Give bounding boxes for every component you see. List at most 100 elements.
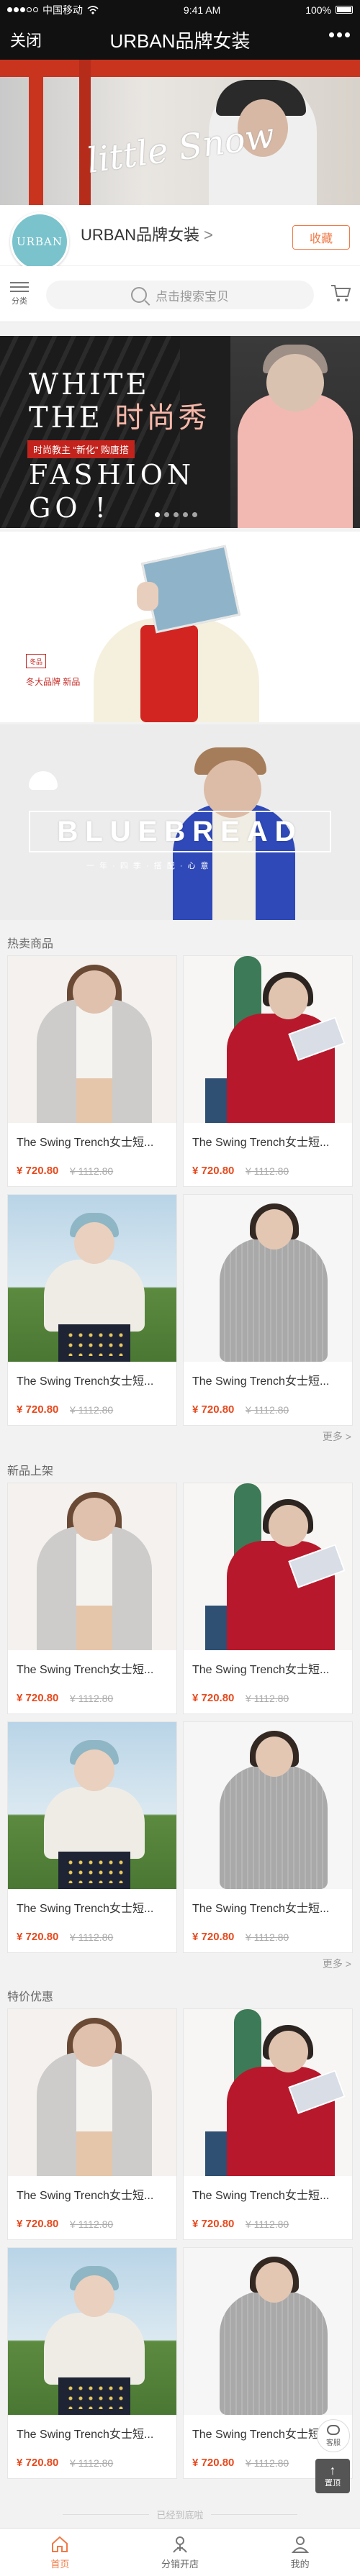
category-label: 分类 xyxy=(12,297,27,306)
product-image xyxy=(184,956,352,1123)
product-section: 热卖商品 The Swing Trench女士短... ¥ 720.80 ¥ 1112… xyxy=(0,928,360,1446)
search-input[interactable]: 点击搜索宝贝 xyxy=(46,281,314,309)
chat-bubble-icon xyxy=(327,2424,340,2435)
product-card[interactable]: The Swing Trench女士短... ¥ 720.80 ¥ 1112.80 xyxy=(7,1721,177,1953)
promo-banner-1[interactable]: WHITE THE 时尚秀 时尚教主 “新化” 购唐搭 FASHION GO ! xyxy=(0,336,360,528)
search-placeholder: 点击搜索宝贝 xyxy=(156,289,229,304)
nav-bar: 关闭 URBAN品牌女装 xyxy=(0,19,360,60)
product-name: The Swing Trench女士短... xyxy=(17,1375,154,1388)
tab-home[interactable]: 首页 xyxy=(0,2529,120,2576)
tab-store[interactable]: 分销开店 xyxy=(120,2529,240,2576)
product-card[interactable]: The Swing Trench女士短... ¥ 720.80 ¥ 1112.80 xyxy=(7,1483,177,1714)
promo-banner-3[interactable]: BLUEBREAD 一 年 · 四 季 · 搭 配 · 心 意 xyxy=(0,724,360,920)
carrier-label: 中国移动 xyxy=(42,4,83,16)
product-card[interactable]: The Swing Trench女士短... ¥ 720.80 ¥ 1112.80 xyxy=(183,1483,353,1714)
product-card[interactable]: The Swing Trench女士短... ¥ 720.80 ¥ 1112.80 xyxy=(183,1194,353,1426)
battery-icon xyxy=(336,6,353,14)
product-card[interactable]: The Swing Trench女士短... ¥ 720.80 ¥ 1112.80 xyxy=(7,1194,177,1426)
promo3-subtitle: 一 年 · 四 季 · 搭 配 · 心 意 xyxy=(86,862,210,870)
cart-icon[interactable] xyxy=(330,282,351,304)
product-image xyxy=(8,1195,176,1362)
status-time: 9:41 AM xyxy=(183,4,221,16)
wifi-icon xyxy=(87,5,99,14)
product-old-price: ¥ 1112.80 xyxy=(246,1404,289,1416)
product-price: ¥ 720.80 xyxy=(17,2457,59,2469)
more-options-icon[interactable] xyxy=(329,32,350,37)
product-image xyxy=(8,956,176,1123)
shop-banner-image: little Snow xyxy=(0,60,360,205)
promo-model-head xyxy=(266,354,324,411)
list-icon xyxy=(10,282,29,292)
shop-name-link[interactable]: URBAN品牌女装 > xyxy=(81,222,213,245)
section-title: 新品上架 xyxy=(7,1465,54,1478)
product-image xyxy=(184,1195,352,1362)
product-image xyxy=(184,1722,352,1889)
product-card[interactable]: The Swing Trench女士短... ¥ 720.80 ¥ 1112.80 xyxy=(183,955,353,1187)
product-name: The Swing Trench女士短... xyxy=(192,1137,330,1149)
product-price: ¥ 720.80 xyxy=(192,2218,235,2230)
shop-logo[interactable]: URBAN xyxy=(10,212,69,271)
promo-banner-2[interactable]: 冬品 冬大品牌 新品 xyxy=(0,532,360,722)
product-old-price: ¥ 1112.80 xyxy=(70,1404,114,1416)
product-image xyxy=(184,1483,352,1650)
banner-red-post-2 xyxy=(79,60,91,205)
customer-service-label: 客服 xyxy=(326,2439,341,2447)
promo2-scarf xyxy=(140,625,198,722)
promo3-brand-box: BLUEBREAD xyxy=(29,811,331,852)
product-old-price: ¥ 1112.80 xyxy=(246,1165,289,1177)
end-of-list-note: 已经到底啦 xyxy=(0,2502,360,2526)
page-title: URBAN品牌女装 xyxy=(109,29,251,52)
product-old-price: ¥ 1112.80 xyxy=(70,2218,114,2230)
product-image xyxy=(8,1483,176,1650)
category-button[interactable]: 分类 xyxy=(9,279,30,306)
banner-red-post xyxy=(29,60,43,205)
battery-label: 100% xyxy=(305,4,331,16)
customer-service-button[interactable]: 客服 xyxy=(317,2419,350,2452)
promo2-label: 冬大品牌 新品 xyxy=(26,677,81,687)
product-card[interactable]: The Swing Trench女士短... ¥ 720.80 ¥ 1112.80 xyxy=(7,955,177,1187)
status-left: 中国移动 xyxy=(7,3,99,17)
product-section: 新品上架 The Swing Trench女士短... ¥ 720.80 ¥ 1112… xyxy=(0,1455,360,1973)
back-to-top-label: 置顶 xyxy=(325,2479,341,2488)
section-title: 热卖商品 xyxy=(7,938,54,950)
product-name: The Swing Trench女士短... xyxy=(17,1664,154,1676)
product-price: ¥ 720.80 xyxy=(17,1165,59,1177)
section-title: 特价优惠 xyxy=(7,1991,54,2003)
more-link[interactable]: 更多 > xyxy=(323,1957,351,1971)
product-image xyxy=(184,2009,352,2176)
promo3-bird-logo xyxy=(29,771,58,790)
product-price: ¥ 720.80 xyxy=(17,1931,59,1943)
promo-line-2a: THE xyxy=(29,401,103,434)
close-button[interactable]: 关闭 xyxy=(10,28,42,51)
product-card[interactable]: The Swing Trench女士短... ¥ 720.80 ¥ 1112.80 xyxy=(7,2247,177,2479)
more-link[interactable]: 更多 > xyxy=(323,1429,351,1444)
product-old-price: ¥ 1112.80 xyxy=(246,2457,289,2469)
shop-name: URBAN品牌女装 xyxy=(81,226,200,244)
favorite-button[interactable]: 收藏 xyxy=(292,225,350,250)
back-to-top-button[interactable]: ↑ 置顶 xyxy=(315,2459,350,2493)
product-section: 特价优惠 The Swing Trench女士短... ¥ 720.80 ¥ 1112… xyxy=(0,1981,360,2499)
product-old-price: ¥ 1112.80 xyxy=(70,1931,114,1943)
promo-line-3: FASHION xyxy=(29,459,196,491)
product-name: The Swing Trench女士短... xyxy=(17,1137,154,1149)
promo-tag: 时尚教主 “新化” 购唐搭 xyxy=(27,440,135,458)
search-icon xyxy=(131,287,147,303)
product-price: ¥ 720.80 xyxy=(17,1403,59,1416)
product-card[interactable]: The Swing Trench女士短... ¥ 720.80 ¥ 1112.80 xyxy=(183,1721,353,1953)
tab-profile[interactable]: 我的 xyxy=(240,2529,360,2576)
banner-red-bar xyxy=(0,60,360,77)
product-card[interactable]: The Swing Trench女士短... ¥ 720.80 ¥ 1112.80 xyxy=(183,2008,353,2240)
tab-bar: 首页 分销开店 我的 xyxy=(0,2528,360,2576)
product-image xyxy=(8,1722,176,1889)
product-old-price: ¥ 1112.80 xyxy=(70,1165,114,1177)
product-old-price: ¥ 1112.80 xyxy=(246,1693,289,1704)
tab-profile-label: 我的 xyxy=(290,2558,310,2570)
product-old-price: ¥ 1112.80 xyxy=(246,1931,289,1943)
product-card[interactable]: The Swing Trench女士短... ¥ 720.80 ¥ 1112.80 xyxy=(7,2008,177,2240)
product-price: ¥ 720.80 xyxy=(192,1692,235,1704)
product-price: ¥ 720.80 xyxy=(192,1403,235,1416)
promo-line-4: GO ! xyxy=(29,492,110,524)
carousel-indicator xyxy=(155,512,197,517)
shop-info-bar: URBAN URBAN品牌女装 > 收藏 xyxy=(0,205,360,271)
product-grid: The Swing Trench女士短... ¥ 720.80 ¥ 1112.80 T… xyxy=(7,2008,353,2483)
